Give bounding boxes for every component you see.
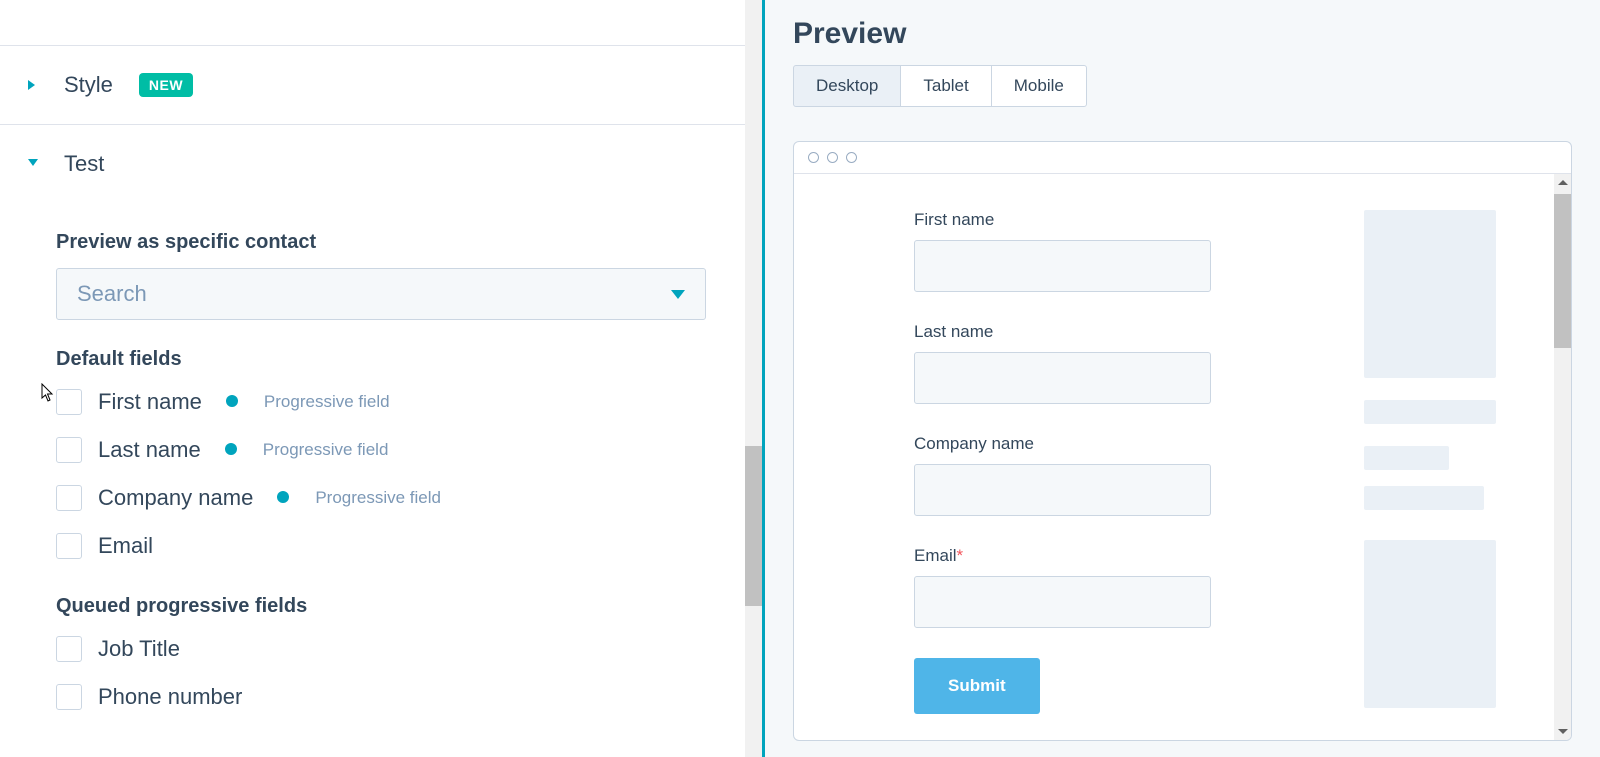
checkbox-first-name[interactable] [56, 389, 82, 415]
test-content: Preview as specific contact Search Defau… [0, 231, 762, 750]
checkbox-phone-number[interactable] [56, 684, 82, 710]
browser-dot-icon [808, 152, 819, 163]
preview-contact-heading: Preview as specific contact [56, 231, 706, 254]
form-label-last-name: Last name [914, 322, 1284, 342]
field-label: Company name [98, 485, 257, 511]
checkbox-last-name[interactable] [56, 437, 82, 463]
placeholder-line [1364, 400, 1496, 424]
placeholder-image [1364, 210, 1496, 378]
checkbox-company-name[interactable] [56, 485, 82, 511]
search-placeholder-text: Search [77, 281, 147, 307]
dropdown-caret-icon [671, 290, 685, 299]
field-row-company-name: Company name Progressive field [56, 485, 706, 511]
queued-fields-list: Job Title Phone number [56, 636, 706, 710]
left-scrollbar-track[interactable] [745, 0, 762, 757]
checkbox-email[interactable] [56, 533, 82, 559]
placeholder-line [1364, 446, 1449, 470]
field-row-email: Email [56, 533, 706, 559]
tab-tablet[interactable]: Tablet [900, 65, 991, 107]
preview-panel: Preview Desktop Tablet Mobile First name [762, 0, 1600, 757]
browser-dot-icon [827, 152, 838, 163]
form-field-company-name: Company name [914, 434, 1284, 516]
preview-title: Preview [793, 17, 1572, 51]
tab-mobile[interactable]: Mobile [991, 65, 1087, 107]
browser-dot-icon [846, 152, 857, 163]
queued-fields-heading: Queued progressive fields [56, 595, 706, 618]
input-email[interactable] [914, 576, 1211, 628]
content-placeholders [1364, 210, 1496, 740]
checkbox-job-title[interactable] [56, 636, 82, 662]
form-label-first-name: First name [914, 210, 1284, 230]
form-field-last-name: Last name [914, 322, 1284, 404]
form-field-first-name: First name [914, 210, 1284, 292]
accordion-divider [0, 0, 762, 46]
field-label: Phone number [98, 684, 246, 710]
field-row-job-title: Job Title [56, 636, 706, 662]
required-star-icon: * [957, 546, 964, 565]
contact-search-dropdown[interactable]: Search [56, 268, 706, 320]
field-row-first-name: First name Progressive field [56, 389, 706, 415]
form-label-company-name: Company name [914, 434, 1284, 454]
accordion-style[interactable]: Style NEW [0, 46, 762, 125]
test-label: Test [64, 151, 104, 177]
form-field-email: Email* [914, 546, 1284, 628]
field-row-phone-number: Phone number [56, 684, 706, 710]
scroll-down-icon[interactable] [1554, 723, 1571, 740]
form-area: First name Last name Company name Email*… [914, 210, 1284, 740]
submit-button[interactable]: Submit [914, 658, 1040, 714]
chevron-down-icon [28, 159, 38, 169]
settings-panel: Style NEW Test Preview as specific conta… [0, 0, 762, 757]
placeholder-line [1364, 486, 1484, 510]
input-last-name[interactable] [914, 352, 1211, 404]
progressive-text: Progressive field [263, 440, 389, 460]
field-label: Job Title [98, 636, 184, 662]
field-label: First name [98, 389, 206, 415]
input-company-name[interactable] [914, 464, 1211, 516]
progressive-text: Progressive field [315, 488, 441, 508]
preview-scrollbar-track[interactable] [1554, 174, 1571, 740]
style-label: Style [64, 72, 113, 98]
viewport-tabs: Desktop Tablet Mobile [793, 65, 1572, 107]
placeholder-image [1364, 540, 1496, 708]
email-label-text: Email [914, 546, 957, 565]
progressive-dot-icon [225, 443, 237, 455]
new-badge: NEW [139, 73, 193, 97]
progressive-dot-icon [277, 491, 289, 503]
chevron-right-icon [28, 80, 38, 90]
progressive-dot-icon [226, 395, 238, 407]
preview-body: First name Last name Company name Email*… [794, 174, 1571, 740]
field-label: Email [98, 533, 157, 559]
default-fields-heading: Default fields [56, 348, 706, 371]
accordion-test[interactable]: Test [0, 125, 762, 203]
field-label: Last name [98, 437, 205, 463]
browser-frame: First name Last name Company name Email*… [793, 141, 1572, 741]
form-label-email: Email* [914, 546, 1284, 566]
scroll-up-icon[interactable] [1554, 174, 1571, 191]
progressive-text: Progressive field [264, 392, 390, 412]
default-fields-list: First name Progressive field Last name P… [56, 389, 706, 559]
field-row-last-name: Last name Progressive field [56, 437, 706, 463]
input-first-name[interactable] [914, 240, 1211, 292]
preview-scrollbar-thumb[interactable] [1554, 194, 1571, 348]
tab-desktop[interactable]: Desktop [793, 65, 901, 107]
browser-chrome [794, 142, 1571, 174]
left-scrollbar-thumb[interactable] [745, 446, 762, 606]
